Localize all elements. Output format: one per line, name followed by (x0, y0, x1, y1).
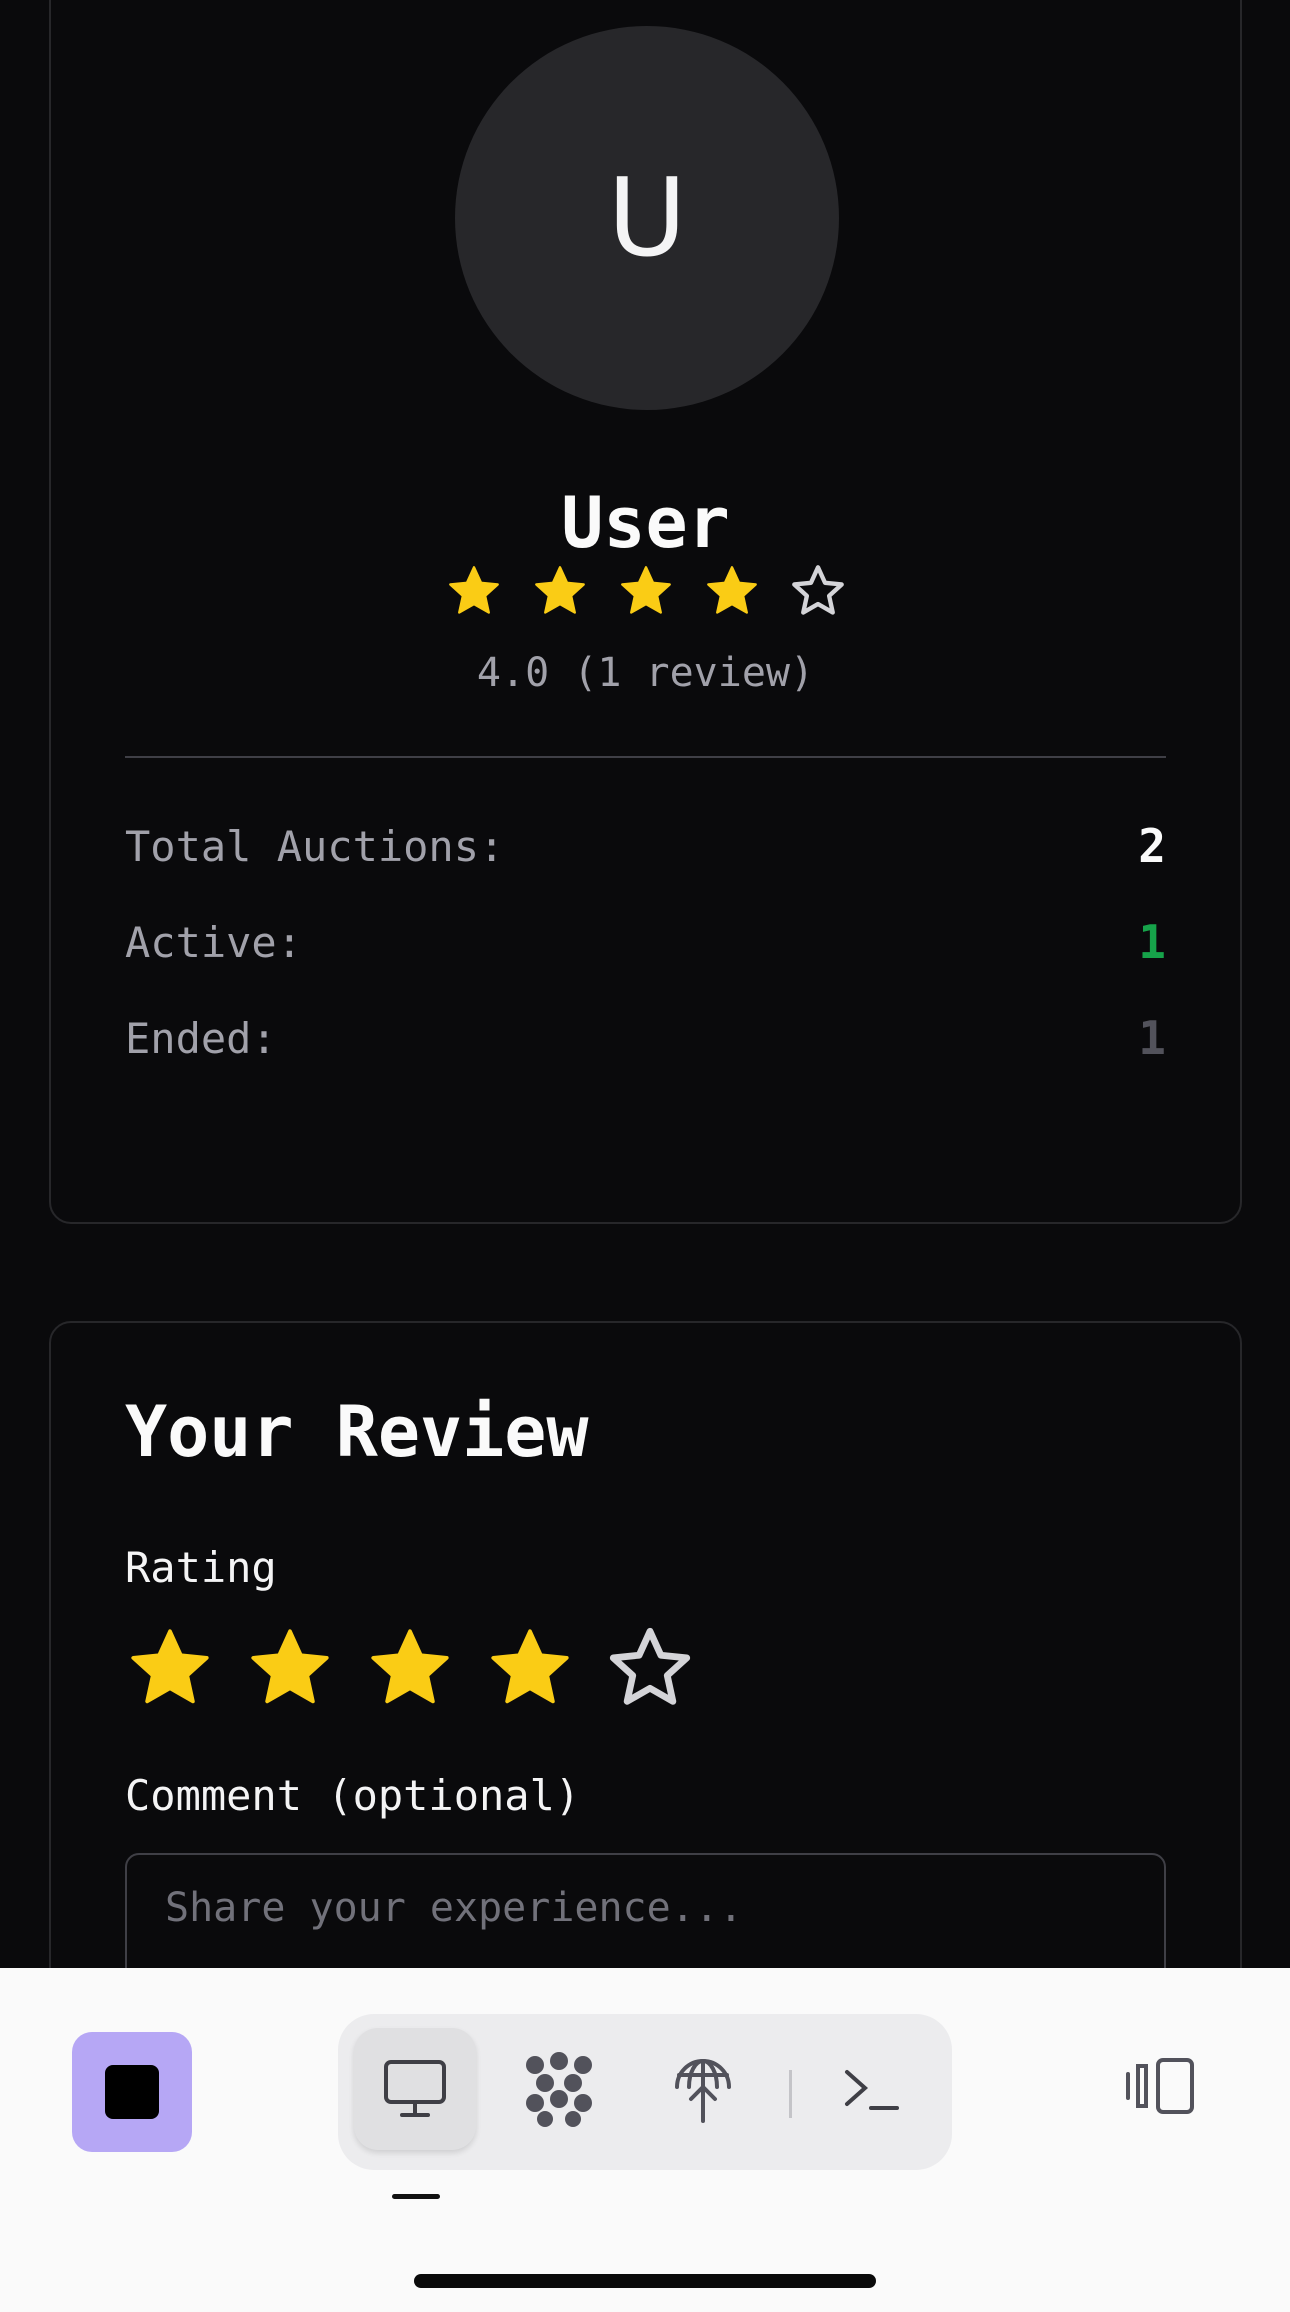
rating-label: Rating (125, 1543, 277, 1592)
stat-total-auctions: Total Auctions: 2 (125, 816, 1166, 876)
star-empty-icon[interactable] (605, 1623, 695, 1713)
star-filled-icon[interactable] (245, 1623, 335, 1713)
star-filled-icon[interactable] (485, 1623, 575, 1713)
rating-summary: 4.0 (1 review) (476, 650, 815, 696)
star-empty-icon (791, 565, 844, 615)
view-switcher (338, 2014, 952, 2170)
stat-value: 2 (1138, 819, 1166, 873)
star-filled-icon (620, 566, 671, 614)
profile-card: U User 4.0 (1 review) Total Auctions: 2 … (49, 0, 1242, 1224)
separator (789, 2070, 792, 2118)
review-card: Your Review Rating Comment (optional) (49, 1321, 1242, 2021)
stat-label: Active: (125, 917, 303, 967)
comment-label: Comment (optional) (125, 1771, 581, 1820)
bottom-toolbar (0, 1968, 1290, 2312)
star-filled-icon (448, 566, 499, 614)
stat-ended: Ended: 1 (125, 1008, 1166, 1068)
stat-label: Total Auctions: (125, 821, 505, 871)
star-filled-icon (534, 566, 585, 614)
panel-toggle-icon[interactable] (1116, 2026, 1204, 2146)
monitor-icon[interactable] (354, 2028, 476, 2150)
profile-rating-stars (51, 562, 1240, 620)
avatar: U (455, 26, 839, 410)
review-rating-stars[interactable] (125, 1623, 695, 1713)
globe-antenna-icon[interactable] (642, 2028, 764, 2150)
star-filled-icon[interactable] (365, 1623, 455, 1713)
review-title: Your Review (125, 1391, 589, 1473)
home-indicator (414, 2274, 876, 2288)
stat-label: Ended: (125, 1013, 277, 1063)
star-filled-icon[interactable] (125, 1623, 215, 1713)
avatar-initial: U (607, 155, 687, 281)
star-filled-icon (706, 566, 757, 614)
username: User (561, 482, 730, 564)
app-square-icon[interactable] (72, 2032, 192, 2152)
stat-active: Active: 1 (125, 912, 1166, 972)
terminal-icon[interactable] (810, 2028, 932, 2150)
network-dots-icon[interactable] (498, 2028, 620, 2150)
divider (125, 756, 1166, 758)
page: U User 4.0 (1 review) Total Auctions: 2 … (0, 0, 1290, 2312)
active-tab-indicator (392, 2194, 440, 2199)
stat-value: 1 (1138, 1011, 1166, 1065)
stat-value: 1 (1138, 915, 1166, 969)
